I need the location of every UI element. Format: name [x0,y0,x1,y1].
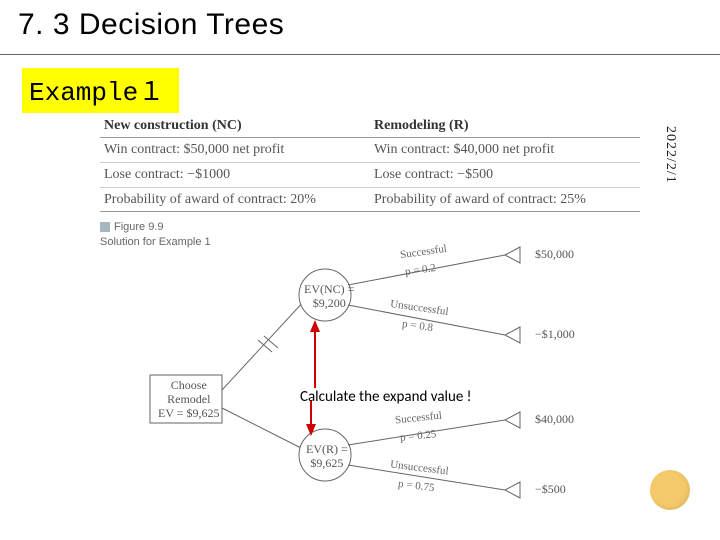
table-row: Lose contract: −$1000 Lose contract: −$5… [100,163,640,188]
ev-r-label: EV(R) = $9,625 [306,443,348,471]
ev-line: $9,625 [306,457,348,471]
table-row: Win contract: $50,000 net profit Win con… [100,138,640,163]
cell: Lose contract: −$1000 [100,163,370,187]
cell: Probability of award of contract: 20% [100,188,370,212]
date-vertical: 2022/2/1 [662,126,678,184]
slide: 7. 3 Decision Trees Example１ 2022/2/1 Ne… [0,0,720,540]
decision-line: Choose [158,379,220,393]
branch-payoff: $50,000 [535,248,574,262]
table-row: Probability of award of contract: 20% Pr… [100,188,640,213]
table-header: New construction (NC) Remodeling (R) [100,118,640,138]
cell: Lose contract: −$500 [370,163,640,187]
ev-line: EV(NC) = [304,283,354,297]
diagram-svg [90,240,650,500]
title-divider [0,54,720,55]
branch-payoff: −$500 [535,483,566,497]
figure-number: Figure 9.9 [114,221,164,233]
cell: Probability of award of contract: 25% [370,188,640,212]
callout-text: Calculate the expand value ! [300,388,510,408]
figure-swatch-icon [100,222,110,232]
header-nc: New construction (NC) [100,118,370,134]
decision-tree-diagram: Choose Remodel EV = $9,625 EV(NC) = $9,2… [90,240,650,500]
decision-box-text: Choose Remodel EV = $9,625 [158,379,220,420]
header-r: Remodeling (R) [370,118,640,134]
ev-nc-label: EV(NC) = $9,200 [304,283,354,311]
ev-line: $9,200 [304,297,354,311]
branch-payoff: $40,000 [535,413,574,427]
branch-payoff: −$1,000 [535,328,575,342]
cell: Win contract: $40,000 net profit [370,138,640,162]
decision-line: EV = $9,625 [158,407,220,421]
page-title: 7. 3 Decision Trees [18,8,284,42]
decision-line: Remodel [158,393,220,407]
corner-circle-icon [650,470,690,510]
cell: Win contract: $50,000 net profit [100,138,370,162]
ev-line: EV(R) = [306,443,348,457]
example-badge: Example１ [22,68,179,113]
info-table: New construction (NC) Remodeling (R) Win… [100,118,640,212]
